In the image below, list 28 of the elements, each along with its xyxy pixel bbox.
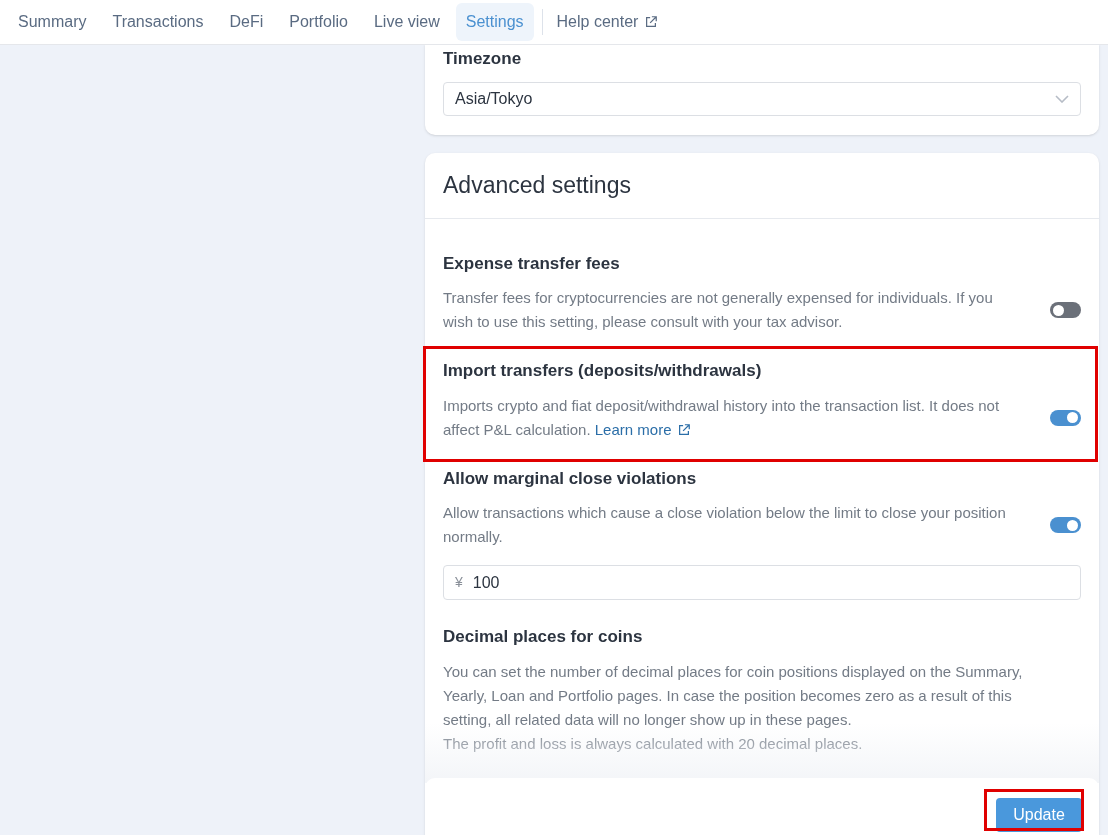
nav-tab[interactable]: Summary — [8, 3, 97, 41]
setting-description: You can set the number of decimal places for coin positions displayed on the Summary, Yearly, Loan and Portfolio pages. In case the position becomes zero as a result of this setting, all related data will no longer show up in these pages. The profit and loss is always calculated with 20 decimal places. — [443, 661, 1023, 754]
timezone-select[interactable]: Asia/Tokyo — [443, 81, 1081, 116]
setting-description: Allow transactions which cause a close violation below the limit to close your position normally. — [443, 503, 1007, 547]
external-link-icon — [644, 15, 659, 29]
nav-tab[interactable]: Transactions — [102, 3, 214, 41]
currency-prefix: ¥ — [455, 573, 463, 592]
nav-tab[interactable]: Settings — [455, 3, 534, 41]
learn-more-link[interactable]: Learn more — [594, 417, 692, 442]
toggle-switch[interactable] — [1050, 409, 1081, 426]
toggle-switch[interactable] — [1050, 517, 1081, 533]
section-title: Advanced settings — [443, 170, 631, 200]
help-center-link[interactable]: Help center — [550, 10, 665, 34]
chevron-down-icon — [1055, 94, 1069, 103]
field-label: Timezone — [443, 48, 523, 70]
setting-description: Imports crypto and fiat deposit/withdrawal history into the transaction list. It does not affect P&L calculation. Learn more — [443, 393, 1023, 442]
amount-field[interactable]: ¥ 100 — [443, 565, 1081, 600]
setting-title: Import transfers (deposits/withdrawals) — [443, 360, 763, 382]
nav-tab[interactable]: Portfolio — [279, 3, 358, 41]
external-link-icon — [677, 422, 692, 437]
nav-tab[interactable]: Live view — [363, 3, 450, 41]
nav-tab[interactable]: DeFi — [219, 3, 274, 41]
update-button[interactable]: Update — [996, 797, 1082, 832]
setting-title: Decimal places for coins — [443, 626, 644, 648]
toggle-switch[interactable] — [1050, 302, 1081, 318]
setting-title: Allow marginal close violations — [443, 467, 698, 490]
setting-description: Transfer fees for cryptocurrencies are not generally expensed for individuals. If you wish to use this setting, please consult with your tax advisor. — [443, 288, 994, 332]
setting-title: Expense transfer fees — [443, 252, 621, 275]
